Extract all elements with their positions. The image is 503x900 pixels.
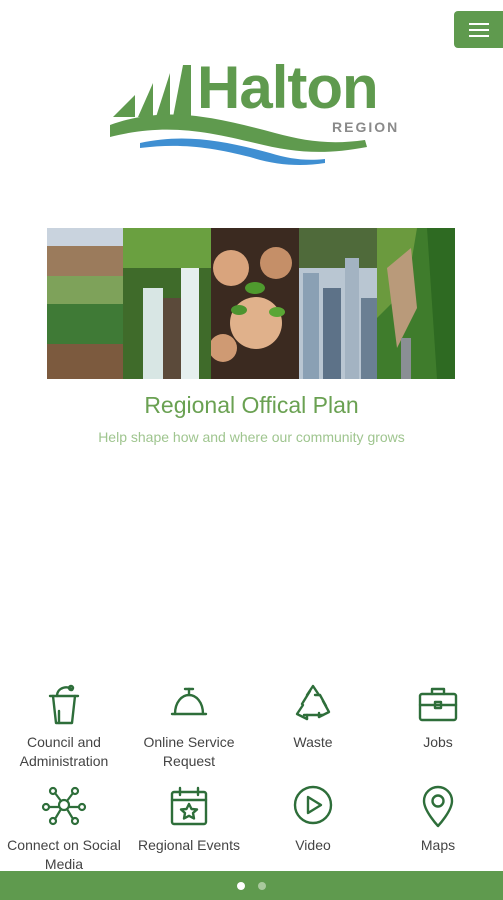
menu-button[interactable] xyxy=(454,11,503,48)
banner-photo-farmland xyxy=(47,228,123,379)
banner-photo-hands-seedlings xyxy=(211,228,299,379)
tile-waste[interactable]: Waste xyxy=(251,681,375,771)
banner-title: Regional Offical Plan xyxy=(144,392,359,418)
tile-jobs[interactable]: Jobs xyxy=(376,681,500,771)
tile-label: Video xyxy=(295,837,331,853)
tile-label: Jobs xyxy=(423,734,453,750)
hamburger-icon xyxy=(468,22,489,37)
banner-photo-escarpment xyxy=(377,228,455,379)
footer-pager-bar xyxy=(0,871,503,900)
banner-photo-waterfall xyxy=(123,228,211,379)
banner-photo-city xyxy=(299,228,377,379)
tile-regional-events[interactable]: Regional Events xyxy=(127,784,251,874)
tile-label: Council and Administration xyxy=(19,734,109,769)
halton-region-logo[interactable]: Halton REGION xyxy=(105,55,405,170)
tile-online-service-request[interactable]: Online Service Request xyxy=(127,681,251,771)
calendar-star-icon xyxy=(170,786,208,826)
service-bell-icon xyxy=(170,687,208,716)
tile-connect-social-media[interactable]: Connect on Social Media xyxy=(2,784,126,874)
tile-council-administration[interactable]: Council and Administration xyxy=(2,681,126,771)
pager-dot-page-2[interactable] xyxy=(258,881,266,890)
tile-maps[interactable]: Maps xyxy=(376,784,500,874)
briefcase-icon xyxy=(418,687,458,722)
pager-dot-page-1[interactable] xyxy=(237,881,245,890)
logo-region-label: REGION xyxy=(332,119,400,135)
official-plan-banner[interactable] xyxy=(47,228,455,379)
map-pin-icon xyxy=(422,785,454,828)
play-circle-icon xyxy=(293,785,333,825)
podium-icon xyxy=(48,684,80,725)
tile-label: Waste xyxy=(293,734,333,750)
tile-label: Maps xyxy=(420,837,456,853)
recycle-icon xyxy=(295,684,331,721)
logo-wordmark: Halton xyxy=(197,54,379,121)
network-icon xyxy=(41,786,87,826)
tile-label: Connect on Social Media xyxy=(7,837,121,872)
tile-video[interactable]: Video xyxy=(251,784,375,874)
tile-label: Online Service Request xyxy=(143,734,235,769)
tile-label: Regional Events xyxy=(138,837,240,853)
banner-subtitle: Help shape how and where our community g… xyxy=(98,429,405,445)
